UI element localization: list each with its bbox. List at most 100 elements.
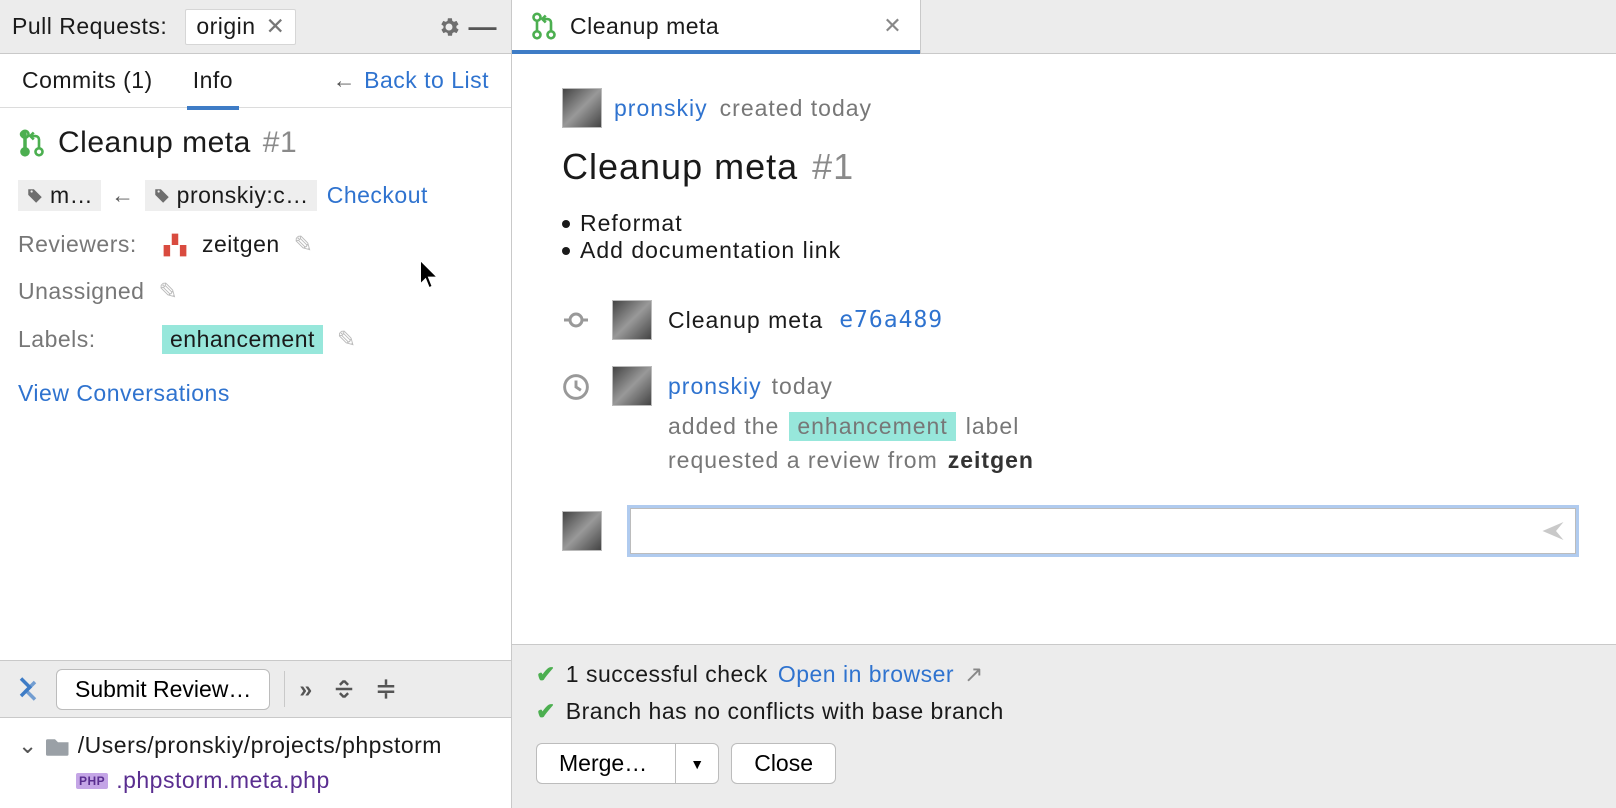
pr-description: Reformat Add documentation link — [562, 210, 1576, 264]
bullet-2: Add documentation link — [580, 237, 841, 264]
pencil-icon[interactable]: ✎ — [294, 231, 314, 258]
avatar — [562, 511, 602, 551]
pr-meta: pronskiy created today — [562, 88, 1576, 128]
event-time: today — [772, 373, 833, 400]
back-to-list-link[interactable]: ← Back to List — [333, 67, 489, 94]
close-icon[interactable]: ✕ — [266, 13, 286, 40]
tree-root-path: /Users/pronskiy/projects/phpstorm — [78, 732, 442, 759]
event-added-pre: added the — [668, 413, 779, 440]
pull-request-icon — [530, 12, 558, 40]
merge-dropdown-caret[interactable]: ▼ — [675, 743, 719, 784]
event-user-link[interactable]: pronskiy — [668, 373, 762, 400]
view-conversations-link[interactable]: View Conversations — [18, 380, 493, 407]
back-label: Back to List — [364, 67, 489, 94]
assignee-row: Unassigned ✎ — [18, 278, 493, 305]
review-toolbar: Submit Review… » — [0, 660, 511, 718]
comment-input[interactable] — [630, 508, 1576, 554]
pencil-icon[interactable]: ✎ — [337, 326, 357, 353]
minimize-icon[interactable]: — — [465, 7, 502, 47]
reviewers-row: Reviewers: zeitgen ✎ — [18, 231, 493, 258]
pull-request-icon — [18, 129, 46, 157]
pencil-icon[interactable]: ✎ — [158, 278, 178, 305]
pr-number: #1 — [812, 146, 854, 188]
file-name: .phpstorm.meta.php — [116, 767, 330, 794]
bullet-icon — [562, 247, 570, 255]
file-tree: ⌄ /Users/pronskiy/projects/phpstorm PHP … — [0, 718, 511, 808]
comment-row — [562, 508, 1576, 554]
tag-icon — [153, 187, 171, 205]
tab-info[interactable]: Info — [193, 67, 233, 94]
editor-tabbar: Cleanup meta ✕ — [512, 0, 1616, 54]
bullet-1: Reformat — [580, 210, 683, 237]
close-button[interactable]: Close — [731, 743, 836, 784]
tab-title: Cleanup meta — [570, 13, 719, 40]
remote-chip[interactable]: origin ✕ — [185, 9, 296, 45]
event-review-user: zeitgen — [948, 447, 1034, 474]
header-title: Pull Requests: — [12, 13, 167, 40]
commit-message: Cleanup meta — [668, 307, 823, 334]
source-branch-chip[interactable]: pronskiy:c… — [145, 180, 317, 211]
pr-tabs: Commits (1) Info ← Back to List — [0, 54, 511, 108]
check-text: 1 successful check — [566, 661, 768, 688]
commit-icon — [562, 308, 590, 332]
diff-icon[interactable] — [14, 675, 42, 703]
chevron-down-icon[interactable]: ⌄ — [18, 732, 38, 759]
check-icon: ✔ — [536, 661, 556, 688]
commit-hash-link[interactable]: e76a489 — [839, 307, 943, 333]
pr-number: #1 — [263, 126, 297, 160]
remote-name: origin — [196, 13, 255, 40]
created-text: created today — [720, 95, 872, 122]
target-branch-chip[interactable]: m… — [18, 180, 101, 211]
bullet-icon — [562, 220, 570, 228]
php-file-icon: PHP — [76, 773, 108, 789]
clock-icon — [562, 374, 590, 400]
tag-icon — [26, 187, 44, 205]
pr-title: Cleanup meta #1 — [562, 146, 1576, 188]
label-chip[interactable]: enhancement — [162, 325, 323, 354]
pr-title: Cleanup meta #1 — [18, 126, 493, 160]
event-review-pre: requested a review from — [668, 447, 938, 474]
external-link-icon: ↗ — [964, 661, 984, 688]
source-branch: pronskiy:c… — [177, 182, 309, 209]
author-link[interactable]: pronskiy — [614, 95, 708, 122]
reviewer-avatar-icon — [162, 232, 188, 258]
timeline-commit: Cleanup meta e76a489 — [562, 300, 1576, 340]
tree-file-row[interactable]: PHP .phpstorm.meta.php — [18, 763, 493, 798]
avatar — [612, 300, 652, 340]
timeline: Cleanup meta e76a489 pronskiy today — [562, 300, 1576, 474]
branch-row: m… ← pronskiy:c… Checkout — [18, 180, 493, 211]
folder-icon — [46, 736, 70, 756]
target-branch: m… — [50, 182, 93, 209]
arrow-left-icon: ← — [111, 182, 135, 209]
divider — [284, 671, 285, 707]
send-icon[interactable] — [1541, 519, 1565, 543]
tree-root-row[interactable]: ⌄ /Users/pronskiy/projects/phpstorm — [18, 728, 493, 763]
checkout-link[interactable]: Checkout — [327, 182, 428, 209]
submit-review-button[interactable]: Submit Review… — [56, 669, 270, 710]
timeline-event: pronskiy today added the enhancement lab… — [562, 366, 1576, 474]
open-in-browser-link[interactable]: Open in browser — [778, 661, 954, 688]
more-icon[interactable]: » — [299, 676, 312, 703]
collapse-all-icon[interactable] — [375, 678, 397, 700]
merge-button[interactable]: Merge… — [536, 743, 675, 784]
avatar — [562, 88, 602, 128]
assignee-value: Unassigned — [18, 278, 144, 305]
editor-tab[interactable]: Cleanup meta ✕ — [512, 0, 921, 53]
pr-footer: ✔ 1 successful check Open in browser ↗ ✔… — [512, 644, 1616, 808]
event-label-chip: enhancement — [789, 412, 955, 441]
close-icon[interactable]: ✕ — [883, 13, 902, 39]
check-icon: ✔ — [536, 698, 556, 725]
pr-title-text: Cleanup meta — [562, 146, 798, 188]
avatar — [612, 366, 652, 406]
reviewer-name: zeitgen — [202, 231, 280, 258]
reviewers-label: Reviewers: — [18, 231, 148, 258]
tab-commits[interactable]: Commits (1) — [22, 67, 153, 94]
gear-icon[interactable] — [433, 11, 465, 43]
pr-title-text: Cleanup meta — [58, 126, 251, 160]
merge-split-button[interactable]: Merge… ▼ — [536, 743, 719, 784]
labels-label: Labels: — [18, 326, 148, 353]
labels-row: Labels: enhancement ✎ — [18, 325, 493, 354]
expand-all-icon[interactable] — [333, 678, 355, 700]
arrow-left-icon: ← — [333, 67, 357, 94]
pull-requests-header: Pull Requests: origin ✕ — — [0, 0, 511, 54]
